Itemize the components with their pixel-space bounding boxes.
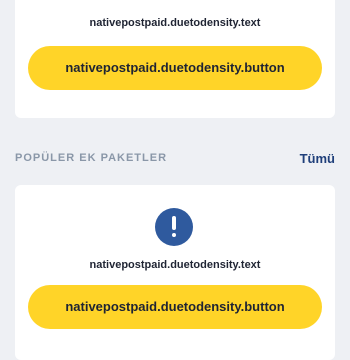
density-message: nativepostpaid.duetodensity.text [89,259,261,271]
exclamation-icon [155,208,193,246]
section-title-popular-packages: POPÜLER EK PAKETLER [15,152,168,164]
exclamation-dot [172,233,176,237]
density-action-button[interactable]: nativepostpaid.duetodensity.button [28,285,322,329]
exclamation-bar [172,216,176,230]
see-all-link[interactable]: Tümü [300,151,335,166]
density-message: nativepostpaid.duetodensity.text [89,17,261,29]
density-card-bottom: nativepostpaid.duetodensity.text nativep… [15,185,335,360]
density-card-top: nativepostpaid.duetodensity.text nativep… [15,0,335,118]
density-action-button[interactable]: nativepostpaid.duetodensity.button [28,46,322,90]
